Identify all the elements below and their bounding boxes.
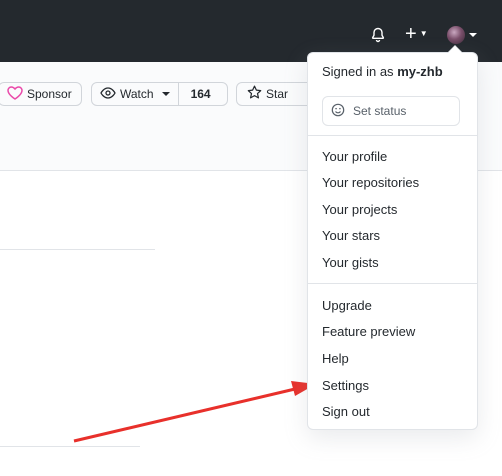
user-menu-dropdown: Signed in as my-zhb Set status Your prof… <box>307 45 478 430</box>
menu-item-profile[interactable]: Your profile <box>322 148 387 166</box>
username: my-zhb <box>397 64 443 79</box>
menu-item-projects[interactable]: Your projects <box>322 201 397 219</box>
set-status-button[interactable]: Set status <box>322 96 460 126</box>
set-status-label: Set status <box>353 104 407 118</box>
menu-item-feature-preview[interactable]: Feature preview <box>322 323 415 341</box>
menu-item-help[interactable]: Help <box>322 350 349 368</box>
menu-item-sign-out[interactable]: Sign out <box>322 403 370 421</box>
menu-item-repositories[interactable]: Your repositories <box>322 174 419 192</box>
menu-item-upgrade[interactable]: Upgrade <box>322 297 372 315</box>
menu-item-stars[interactable]: Your stars <box>322 227 380 245</box>
smiley-icon <box>331 103 345 120</box>
menu-item-settings[interactable]: Settings <box>322 377 369 395</box>
signed-in-text: Signed in as my-zhb <box>322 64 443 79</box>
menu-divider <box>308 135 477 136</box>
menu-divider <box>308 283 477 284</box>
menu-item-gists[interactable]: Your gists <box>322 254 379 272</box>
signed-in-prefix: Signed in as <box>322 64 394 79</box>
